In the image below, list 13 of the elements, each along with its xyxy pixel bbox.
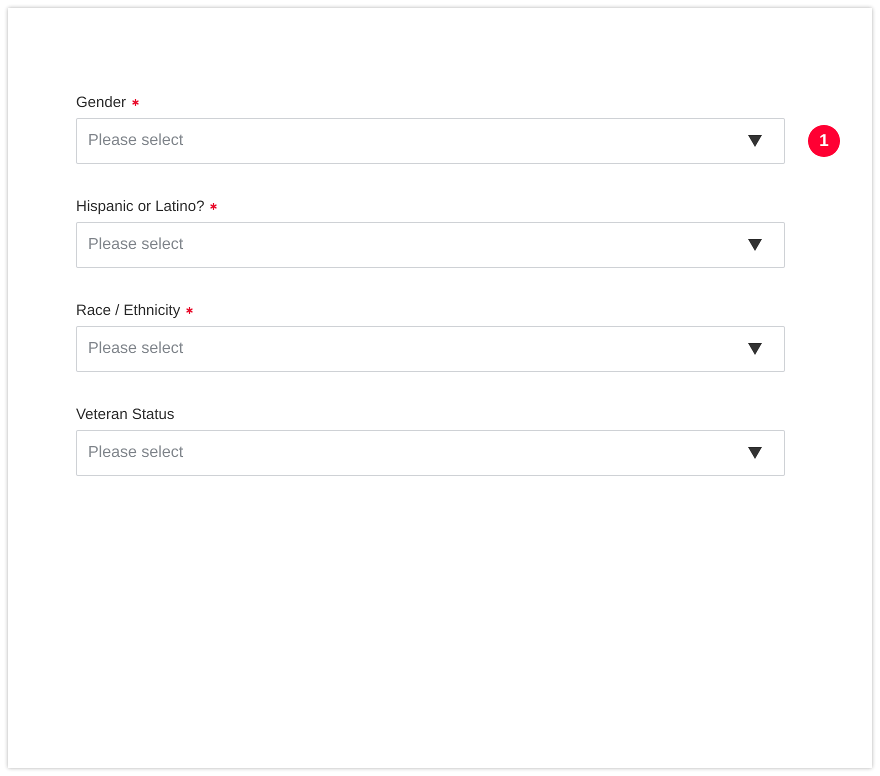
number-badge: 1 [808,125,840,157]
dropdown-arrow-icon [748,135,762,147]
field-label: Hispanic or Latino? [76,198,204,215]
select-dropdown[interactable]: Please select [76,430,785,476]
field-label: Gender [76,94,126,111]
field-label: Race / Ethnicity [76,302,180,319]
select-dropdown[interactable]: Please select [76,118,785,164]
field-label: Veteran Status [76,406,174,423]
select-dropdown[interactable]: Please select [76,222,785,268]
select-dropdown[interactable]: Please select [76,326,785,372]
dropdown-arrow-icon [748,239,762,251]
dropdown-arrow-icon [748,447,762,459]
dropdown-arrow-icon [748,343,762,355]
